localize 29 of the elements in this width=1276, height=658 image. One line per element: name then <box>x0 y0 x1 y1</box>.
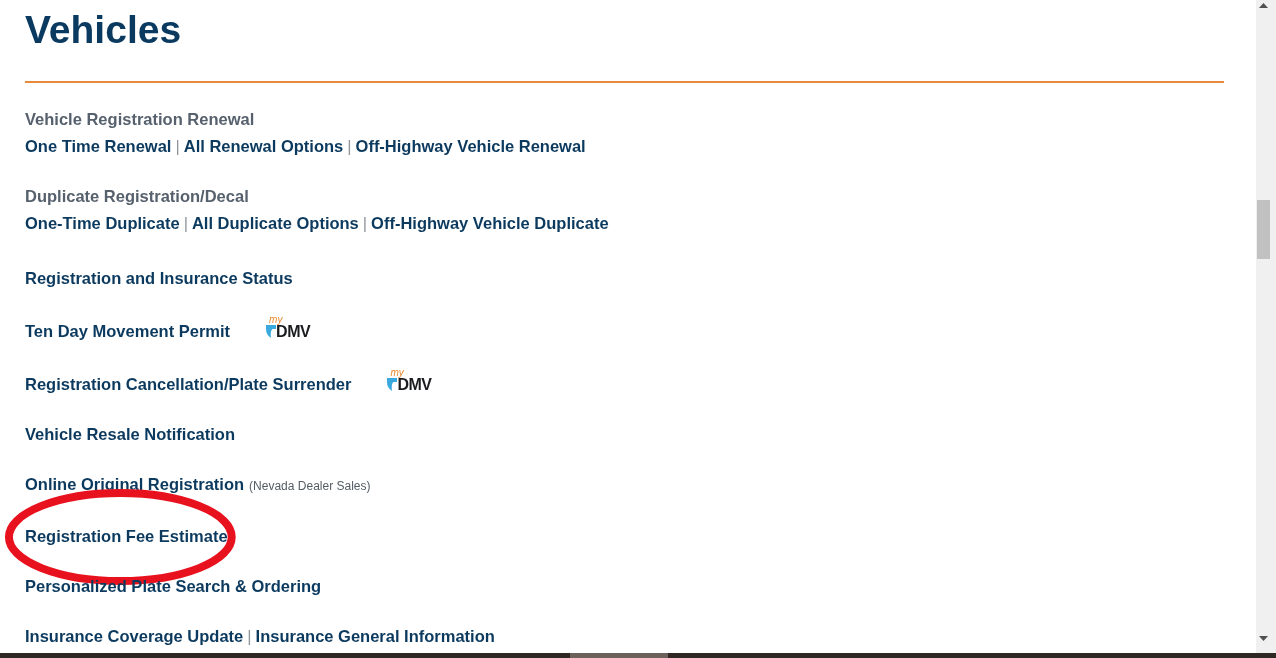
service-link[interactable]: Registration Cancellation/Plate Surrender <box>25 375 352 393</box>
note-text: (Nevada Dealer Sales) <box>249 479 371 493</box>
service-link[interactable]: One-Time Duplicate <box>25 214 180 232</box>
service-link[interactable]: One Time Renewal <box>25 137 172 155</box>
service-link[interactable]: Insurance General Information <box>255 627 495 645</box>
link-separator: | <box>175 137 180 155</box>
scrollbar[interactable] <box>1256 0 1276 653</box>
service-link[interactable]: Vehicle Resale Notification <box>25 425 235 443</box>
service-link[interactable]: Off-Highway Vehicle Duplicate <box>371 214 609 232</box>
link-separator: | <box>183 214 188 232</box>
service-link[interactable]: Ten Day Movement Permit <box>25 322 231 340</box>
service-link[interactable]: All Renewal Options <box>183 137 344 155</box>
service-link[interactable]: Off-Highway Vehicle Renewal <box>355 137 586 155</box>
link-separator: | <box>362 214 368 232</box>
section-label: Duplicate Registration/Decal <box>25 186 249 207</box>
service-link[interactable]: All Duplicate Options <box>191 214 359 232</box>
service-link[interactable]: Insurance Coverage Update <box>25 627 244 645</box>
link-separator: | <box>247 627 252 645</box>
service-link[interactable]: Registration and Insurance Status <box>25 269 293 287</box>
page-title: Vehicles <box>25 7 182 53</box>
scrollbar-thumb[interactable] <box>1257 200 1270 259</box>
service-link[interactable]: Online Original Registration <box>25 475 245 493</box>
scroll-up-icon[interactable] <box>1259 3 1268 8</box>
service-link[interactable]: Registration Fee Estimate <box>25 527 228 545</box>
scroll-down-icon[interactable] <box>1259 636 1268 641</box>
service-logo: my DMV <box>266 315 313 339</box>
section-label: Vehicle Registration Renewal <box>25 109 255 130</box>
link-separator: | <box>347 137 352 155</box>
service-logo: my DMV <box>387 368 434 392</box>
